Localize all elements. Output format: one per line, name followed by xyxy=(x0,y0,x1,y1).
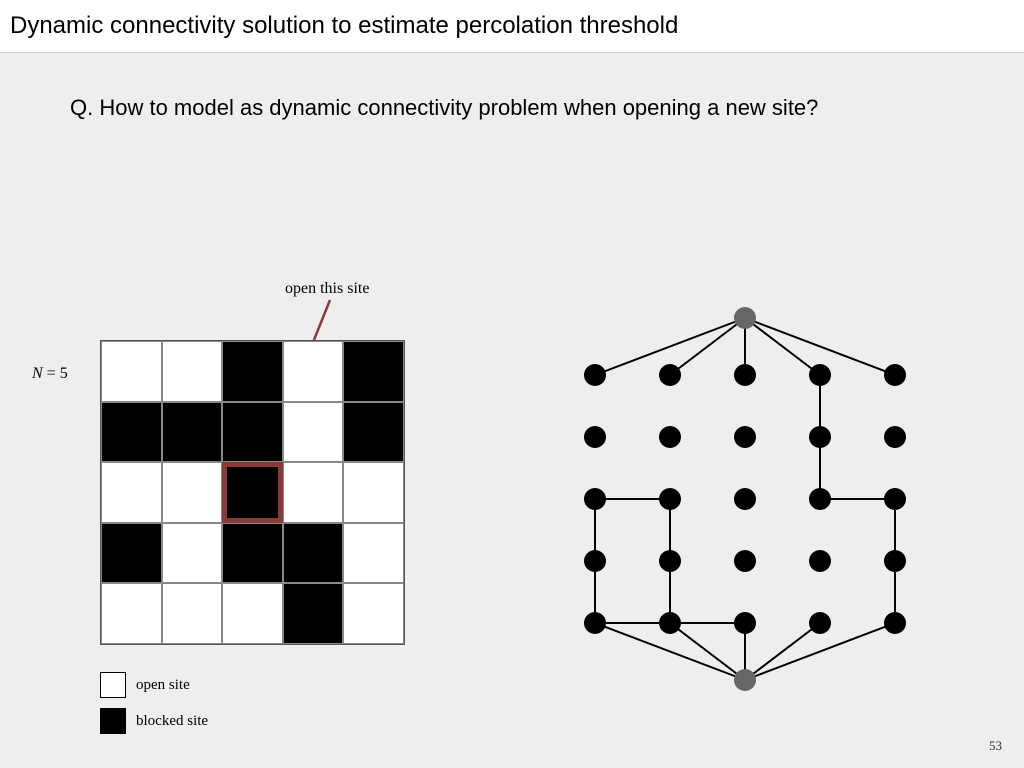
grid-cell xyxy=(222,341,283,402)
graph-node xyxy=(584,488,606,510)
grid-cell xyxy=(162,583,223,644)
page-number: 53 xyxy=(989,738,1002,754)
question-letter: Q. xyxy=(70,95,93,120)
legend-blocked-row: blocked site xyxy=(100,708,208,734)
virtual-node xyxy=(734,669,756,691)
graph-edge xyxy=(670,318,745,375)
graph-node xyxy=(659,426,681,448)
graph-node xyxy=(659,612,681,634)
graph-edge xyxy=(745,318,820,375)
graph-node xyxy=(884,364,906,386)
graph-node xyxy=(734,426,756,448)
legend-open-row: open site xyxy=(100,672,208,698)
legend: open site blocked site xyxy=(100,672,208,744)
question-text: How to model as dynamic connectivity pro… xyxy=(93,95,818,120)
grid-cell xyxy=(101,402,162,463)
graph-node xyxy=(584,550,606,572)
grid-cell xyxy=(222,523,283,584)
blocked-swatch xyxy=(100,708,126,734)
graph-edge xyxy=(670,623,745,680)
graph-node xyxy=(734,364,756,386)
open-label: open site xyxy=(136,677,190,694)
graph-node xyxy=(734,550,756,572)
grid-cell xyxy=(283,583,344,644)
graph-node xyxy=(884,488,906,510)
graph-node xyxy=(734,488,756,510)
graph-node xyxy=(584,426,606,448)
graph-node xyxy=(809,550,831,572)
title-bar: Dynamic connectivity solution to estimat… xyxy=(0,0,1024,53)
open-swatch xyxy=(100,672,126,698)
grid-cell xyxy=(162,523,223,584)
grid-cell xyxy=(101,583,162,644)
grid-cell xyxy=(283,523,344,584)
grid-cell xyxy=(101,523,162,584)
n-label: N = 5 xyxy=(32,365,68,383)
graph-node xyxy=(659,364,681,386)
graph-node xyxy=(584,612,606,634)
n-value: = 5 xyxy=(43,365,68,382)
graph-node xyxy=(884,612,906,634)
grid-cell xyxy=(101,341,162,402)
grid-cell xyxy=(162,341,223,402)
open-site-annotation: open this site xyxy=(285,280,369,298)
grid-cell xyxy=(222,402,283,463)
graph-node xyxy=(884,550,906,572)
grid-cell xyxy=(222,583,283,644)
graph-node xyxy=(584,364,606,386)
grid-cell xyxy=(343,402,404,463)
grid-cell xyxy=(343,523,404,584)
grid-cell xyxy=(162,402,223,463)
graph-node xyxy=(809,426,831,448)
question: Q. How to model as dynamic connectivity … xyxy=(70,95,818,121)
graph-node xyxy=(809,612,831,634)
grid-cell xyxy=(343,462,404,523)
virtual-node xyxy=(734,307,756,329)
grid-cell xyxy=(283,402,344,463)
percolation-grid xyxy=(100,340,405,645)
graph-node xyxy=(659,488,681,510)
graph-node xyxy=(734,612,756,634)
grid-cell xyxy=(162,462,223,523)
grid-cell xyxy=(343,583,404,644)
grid-cell xyxy=(283,462,344,523)
graph-node xyxy=(659,550,681,572)
graph-node xyxy=(884,426,906,448)
graph-node xyxy=(809,364,831,386)
grid-cell xyxy=(283,341,344,402)
page-title: Dynamic connectivity solution to estimat… xyxy=(10,12,1014,40)
n-variable: N xyxy=(32,365,43,382)
graph-node xyxy=(809,488,831,510)
grid-cell xyxy=(222,462,283,523)
grid-cell xyxy=(343,341,404,402)
blocked-label: blocked site xyxy=(136,713,208,730)
grid-cell xyxy=(101,462,162,523)
graph-edge xyxy=(745,623,820,680)
connectivity-graph xyxy=(550,300,940,700)
